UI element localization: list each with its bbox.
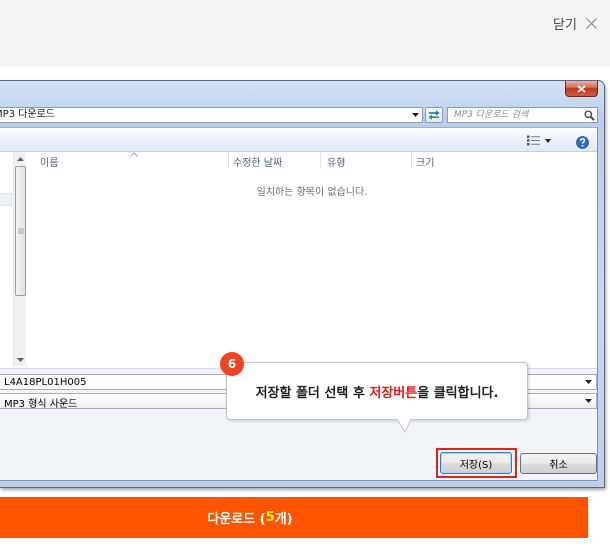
step-badge: 6 — [220, 352, 244, 376]
callout-text-highlight: 저장버튼 — [369, 385, 418, 401]
nav-pane-item[interactable] — [0, 193, 12, 206]
column-header-type[interactable]: 유형 — [327, 154, 345, 169]
cancel-button[interactable]: 취소 — [520, 453, 597, 474]
callout-text-after: 을 클릭합니다. — [417, 385, 499, 401]
close-icon — [585, 17, 597, 29]
file-type-dropdown-arrow-icon[interactable] — [585, 399, 592, 403]
search-input[interactable] — [448, 108, 580, 122]
callout-text-before: 저장할 폴더 선택 후 — [255, 385, 370, 401]
download-button[interactable]: 다운로드 (5 개) — [0, 497, 588, 538]
close-label: 닫기 — [553, 17, 577, 33]
help-button[interactable] — [576, 134, 589, 149]
scroll-up-button[interactable] — [14, 152, 26, 165]
save-button[interactable]: 저장(S) — [440, 452, 512, 474]
help-icon — [576, 136, 589, 149]
dialog-close-button[interactable] — [565, 81, 598, 97]
views-icon — [527, 135, 540, 146]
empty-list-message: 일치하는 항목이 없습니다. — [256, 187, 368, 198]
column-header-row: 이름 수정한 날짜 유형 크기 — [27, 152, 597, 169]
scroll-grip-icon — [17, 228, 24, 234]
navigation-pane — [0, 152, 26, 368]
views-button[interactable] — [527, 134, 557, 147]
address-path-container: MP3 다운로드 — [0, 108, 406, 122]
save-dialog: MP3 다운로드 MP3 다운로드 검색 이름 수정한 날짜 유형 크기 일치하… — [0, 80, 605, 488]
callout-pointer — [396, 419, 412, 433]
address-dropdown-arrow-icon[interactable] — [412, 113, 419, 117]
column-divider[interactable] — [320, 152, 321, 168]
search-box — [447, 107, 598, 123]
views-dropdown-arrow-icon[interactable] — [545, 138, 551, 143]
instruction-callout: 저장할 폴더 선택 후 저장버튼 을 클릭합니다. — [226, 362, 528, 420]
scroll-up-icon — [16, 156, 24, 161]
column-header-size[interactable]: 크기 — [416, 154, 434, 169]
download-label-before: 다운로드 ( — [207, 512, 266, 527]
column-divider[interactable] — [411, 152, 412, 168]
address-path: MP3 다운로드 — [0, 109, 55, 120]
file-list: 이름 수정한 날짜 유형 크기 일치하는 항목이 없습니다. — [0, 152, 597, 368]
file-name-dropdown-arrow-icon[interactable] — [585, 380, 592, 384]
download-label-after: 개) — [274, 512, 293, 527]
sort-up-icon — [130, 152, 138, 157]
close-link[interactable]: 닫기 — [553, 13, 597, 33]
dialog-client-area: 이름 수정한 날짜 유형 크기 일치하는 항목이 없습니다. MP3 형식 사운… — [0, 127, 598, 481]
top-bar: 닫기 — [0, 0, 610, 67]
scroll-thumb[interactable] — [15, 166, 26, 296]
column-divider[interactable] — [228, 152, 229, 168]
dialog-close-icon — [577, 84, 586, 93]
refresh-icon — [428, 110, 440, 120]
column-header-modified[interactable]: 수정한 날짜 — [233, 154, 282, 169]
nav-scrollbar[interactable] — [13, 152, 26, 366]
dialog-toolbar — [0, 127, 597, 152]
search-icon[interactable] — [584, 110, 595, 121]
scroll-down-button[interactable] — [14, 353, 26, 366]
column-header-name[interactable]: 이름 — [40, 154, 58, 169]
file-type-value: MP3 형식 사운드 — [4, 399, 78, 410]
download-count: 5 — [265, 510, 275, 525]
address-bar[interactable]: MP3 다운로드 — [0, 107, 423, 123]
scroll-down-icon — [16, 357, 24, 362]
refresh-button[interactable] — [425, 107, 443, 123]
